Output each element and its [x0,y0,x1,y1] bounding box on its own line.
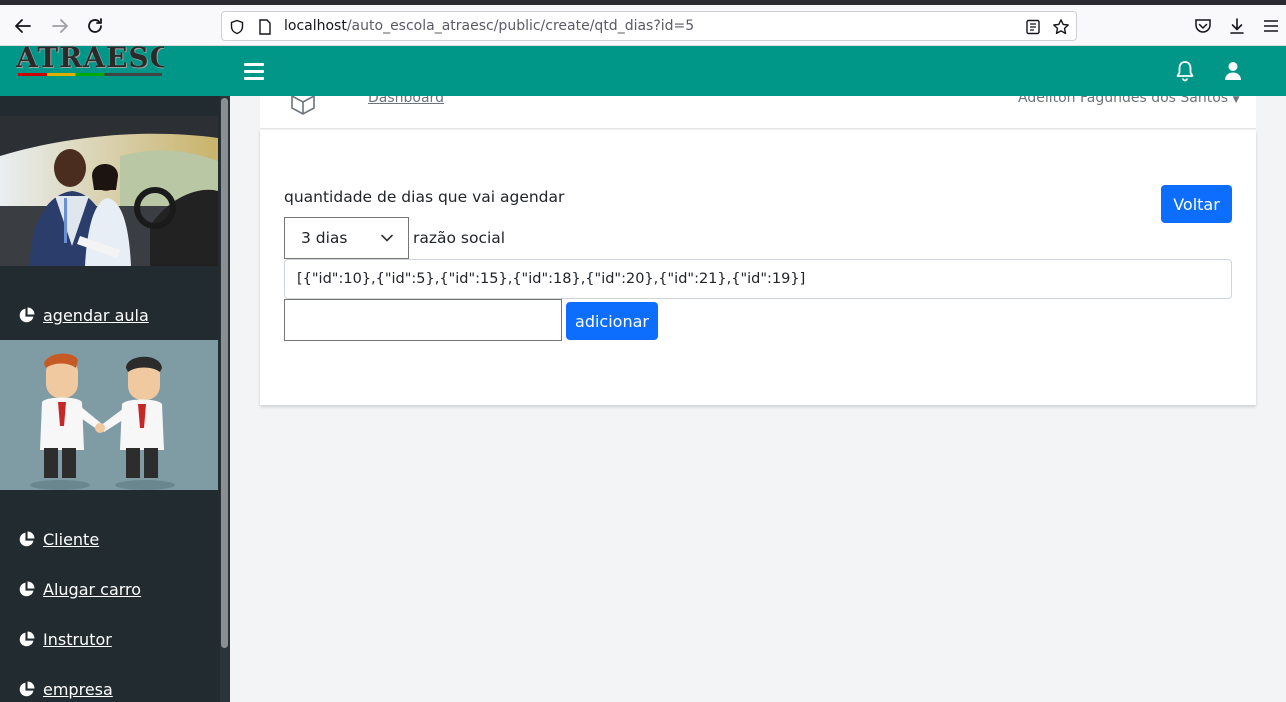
sidebar-item-cliente[interactable]: Cliente [18,530,99,549]
logo-text: ATRAESC [16,46,164,74]
download-icon[interactable] [1226,15,1248,37]
days-select-value: 3 dias [301,229,348,247]
url-bar[interactable]: localhost/auto_escola_atraesc/public/cre… [221,11,1077,41]
pocket-icon[interactable] [1192,15,1214,37]
sidebar-item-label: Cliente [43,530,100,549]
cube-icon [288,96,318,116]
menu-icon[interactable] [1260,15,1282,37]
bell-icon[interactable] [1174,60,1196,82]
selected-ids-field[interactable]: [{"id":10},{"id":5},{"id":15},{"id":18},… [284,259,1232,299]
user-dropdown[interactable]: Adeilton Fagundes dos Santos ▼ [1018,96,1239,106]
logo-underline [18,73,162,76]
sidebar-item-alugar-carro[interactable]: Alugar carro [18,580,141,599]
app-header: ATRAESC [0,46,1286,96]
form-card: quantidade de dias que vai agendar Volta… [260,130,1256,405]
user-icon[interactable] [1222,60,1244,82]
back-button[interactable]: Voltar [1161,185,1232,223]
pie-chart-icon [19,681,35,697]
pie-chart-icon [19,581,35,597]
url-path: /auto_escola_atraesc/public/create/qtd_d… [346,18,695,34]
url-text: localhost/auto_escola_atraesc/public/cre… [284,18,694,34]
sidebar-item-label: Instrutor [43,630,112,649]
sidebar-scrollbar-thumb[interactable] [221,98,228,648]
user-name: Adeilton Fagundes dos Santos [1018,96,1229,106]
reload-icon[interactable] [82,14,108,38]
days-label: quantidade de dias que vai agendar [284,188,565,206]
handshake-illustration [0,340,218,490]
sidebar-item-label: agendar aula [43,306,149,325]
browser-toolbar: localhost/auto_escola_atraesc/public/cre… [0,5,1286,46]
dashboard-link[interactable]: Dashboard [368,96,444,106]
dashboard-topbar: Dashboard Adeilton Fagundes dos Santos ▼ [260,96,1256,129]
company-input[interactable] [284,299,562,341]
pie-chart-icon [19,307,35,323]
bookmark-star-icon[interactable] [1052,18,1070,36]
sidebar-item-empresa[interactable]: empresa [18,680,113,699]
back-icon[interactable] [10,14,36,38]
pie-chart-icon [19,531,35,547]
caret-down-icon: ▼ [1232,96,1240,105]
hamburger-menu-icon[interactable] [244,63,264,80]
company-label: razão social [413,229,506,247]
logo: ATRAESC [16,46,164,76]
driving-lesson-photo [0,116,218,266]
shield-icon[interactable] [228,18,246,36]
sidebar: agendar aula Cliente Alugar carro Instru… [0,96,230,702]
days-select[interactable]: 3 dias [284,217,409,259]
pie-chart-icon [19,631,35,647]
sidebar-item-instrutor[interactable]: Instrutor [18,630,112,649]
sidebar-item-agendar-aula[interactable]: agendar aula [18,306,149,325]
url-host: localhost [284,18,347,34]
add-button[interactable]: adicionar [566,302,658,340]
chevron-down-icon [381,234,393,242]
page-info-icon[interactable] [256,18,274,36]
sidebar-item-label: empresa [43,680,113,699]
reader-view-icon[interactable] [1024,18,1042,36]
sidebar-item-label: Alugar carro [43,580,142,599]
forward-icon[interactable] [47,14,73,38]
